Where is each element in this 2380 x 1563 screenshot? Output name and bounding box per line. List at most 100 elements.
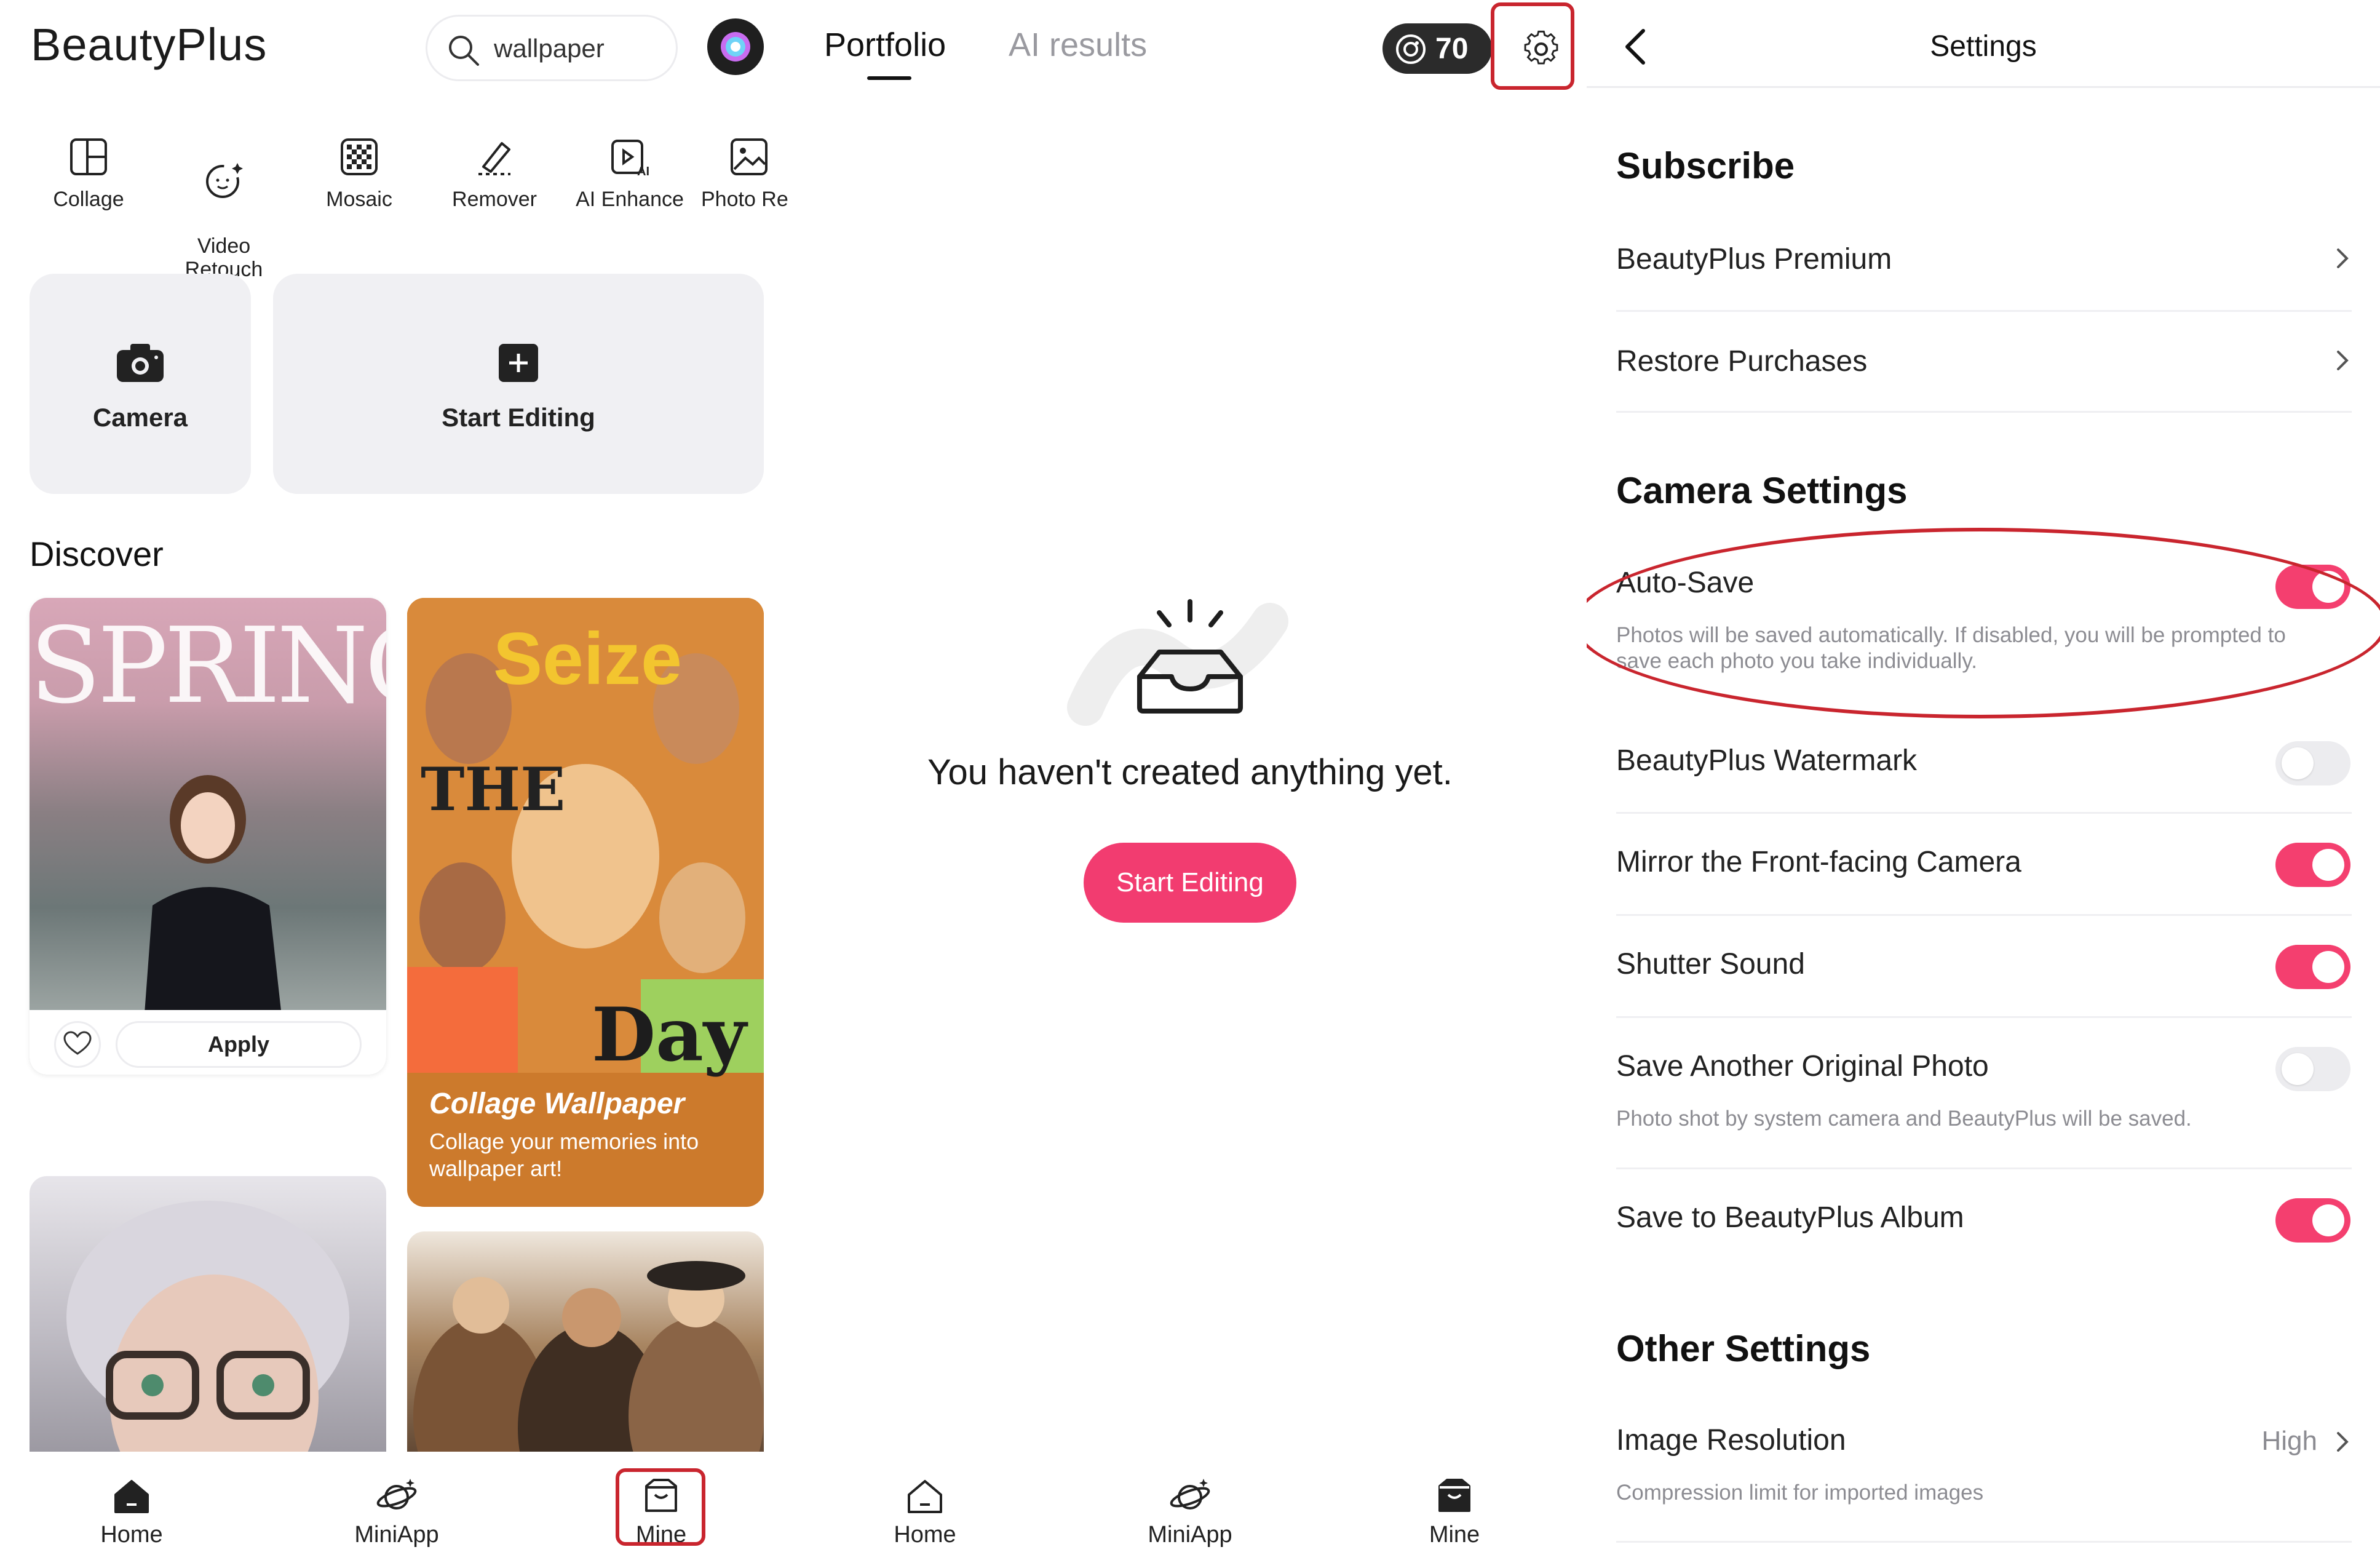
row-label: Mirror the Front-facing Camera [1616,846,2021,878]
row-label: Save to BeautyPlus Album [1616,1201,1964,1234]
apply-button[interactable]: Apply [116,1021,362,1068]
search-text: wallpaper [494,34,605,63]
row-label: BeautyPlus Premium [1616,243,1892,276]
camera-card[interactable]: Camera [30,274,251,494]
row-divider [1616,310,2352,312]
page-title: Settings [1930,30,2037,63]
tool-collage[interactable]: Collage [27,132,150,211]
row-divider [1616,914,2352,916]
heart-icon [63,1031,92,1055]
ai-orb-icon[interactable] [707,18,764,75]
toggle-knob [2312,951,2344,983]
row-label: BeautyPlus Watermark [1616,744,1918,777]
row-watermark: BeautyPlus Watermark [1616,741,2354,790]
collage-word-the: THE [421,755,566,824]
collage-photo: Seize THE Day [407,598,764,1078]
tab-label: Mine [1429,1522,1480,1548]
tool-ai-enhance[interactable]: AI AI Enhance [568,132,691,211]
toggle-knob [2312,1204,2344,1236]
row-label: Restore Purchases [1616,345,1868,378]
home-icon [903,1474,947,1518]
photo-icon [724,132,774,181]
tab-mine[interactable]: Mine [1393,1474,1516,1548]
planet-icon [375,1474,419,1518]
row-divider [1616,1016,2352,1018]
tab-label: MiniApp [354,1522,439,1548]
row-divider [1616,1167,2352,1169]
tab-home[interactable]: Home [70,1474,193,1548]
row-label: Save Another Original Photo [1616,1050,1989,1083]
search-bar[interactable]: wallpaper [426,15,678,81]
row-shutter-sound: Shutter Sound [1616,945,2354,994]
tool-label: AI Enhance [576,188,684,211]
row-label: Image Resolution [1616,1424,1846,1457]
tab-home[interactable]: Home [863,1474,986,1548]
tool-mosaic[interactable]: Mosaic [298,132,421,211]
row-label: Shutter Sound [1616,948,1805,980]
empty-inbox-illustration [1067,597,1313,732]
row-premium[interactable]: BeautyPlus Premium [1616,240,2354,289]
search-icon [446,33,482,68]
tool-label: Remover [452,188,537,211]
collage-word-seize: Seize [493,618,682,700]
card-subtitle: Collage your memories into wallpaper art… [429,1129,699,1181]
group-photo [413,1261,764,1459]
tool-label: Photo Re [701,188,788,211]
camera-icon [114,341,166,384]
resolution-value: High [2261,1426,2318,1456]
chevron-right-icon [2330,246,2354,271]
tool-label: Collage [53,188,124,211]
row-divider [1616,411,2352,413]
highlight-auto-save [1587,528,2380,718]
favorite-button[interactable] [54,1021,101,1068]
bottom-tab-bar: Home MiniApp Mine [793,1452,1587,1563]
tab-label: Home [100,1522,163,1548]
discover-card-spring[interactable]: SPRING Apply [30,598,386,1075]
planet-icon [1168,1474,1212,1518]
toggle-knob [2312,849,2344,881]
discover-card-collage-wallpaper[interactable]: Seize THE Day Collage Wallpaper Collage … [407,598,764,1207]
tab-portfolio[interactable]: Portfolio [824,26,946,64]
tool-video-retouch[interactable]: Video Retouch [162,132,285,281]
tool-remover[interactable]: Remover [433,132,556,211]
mirror-camera-toggle[interactable] [2275,843,2350,887]
discover-card-glasses[interactable] [30,1176,386,1459]
card-footer: Apply [30,1010,386,1075]
tab-miniapp[interactable]: MiniApp [1129,1474,1251,1548]
toggle-knob [2282,747,2314,779]
toggle-knob [2282,1053,2314,1085]
section-other-settings: Other Settings [1616,1328,1871,1369]
chevron-right-icon [2330,348,2354,373]
app-brand: BeautyPlus [31,19,268,70]
spring-photo: SPRING [30,598,386,1075]
active-tab-indicator [867,76,911,80]
section-camera-settings: Camera Settings [1616,470,1908,511]
collage-icon [64,132,113,181]
row-image-resolution[interactable]: Image Resolution High Compression limit … [1616,1421,2354,1513]
tab-ai-results[interactable]: AI results [1009,26,1147,64]
home-icon [109,1474,154,1518]
coin-balance-badge[interactable]: 70 [1382,23,1492,74]
empty-state-message: You haven't created anything yet. [927,752,1453,792]
start-editing-button[interactable]: Start Editing [1084,843,1296,923]
tool-photo-repair[interactable]: Photo Re [686,132,793,211]
card-title: Collage Wallpaper [429,1088,685,1120]
settings-screen: Settings Subscribe BeautyPlus Premium Re… [1587,0,2380,1563]
start-editing-card[interactable]: Start Editing [273,274,764,494]
save-original-toggle[interactable] [2275,1047,2350,1091]
start-editing-label: Start Editing [442,403,595,432]
row-divider [1616,812,2352,814]
save-album-toggle[interactable] [2275,1198,2350,1243]
tab-miniapp[interactable]: MiniApp [335,1474,458,1548]
chevron-right-icon [2330,1430,2354,1454]
watermark-toggle[interactable] [2275,741,2350,785]
row-restore-purchases[interactable]: Restore Purchases [1616,342,2354,391]
video-retouch-icon [199,156,248,205]
discover-card-fur-group[interactable] [407,1231,764,1459]
discover-heading: Discover [30,535,164,573]
plus-icon [493,341,544,384]
shutter-sound-toggle[interactable] [2275,945,2350,989]
tab-label: MiniApp [1148,1522,1232,1548]
coin-count: 70 [1435,33,1469,65]
highlight-settings-gear [1491,2,1574,90]
